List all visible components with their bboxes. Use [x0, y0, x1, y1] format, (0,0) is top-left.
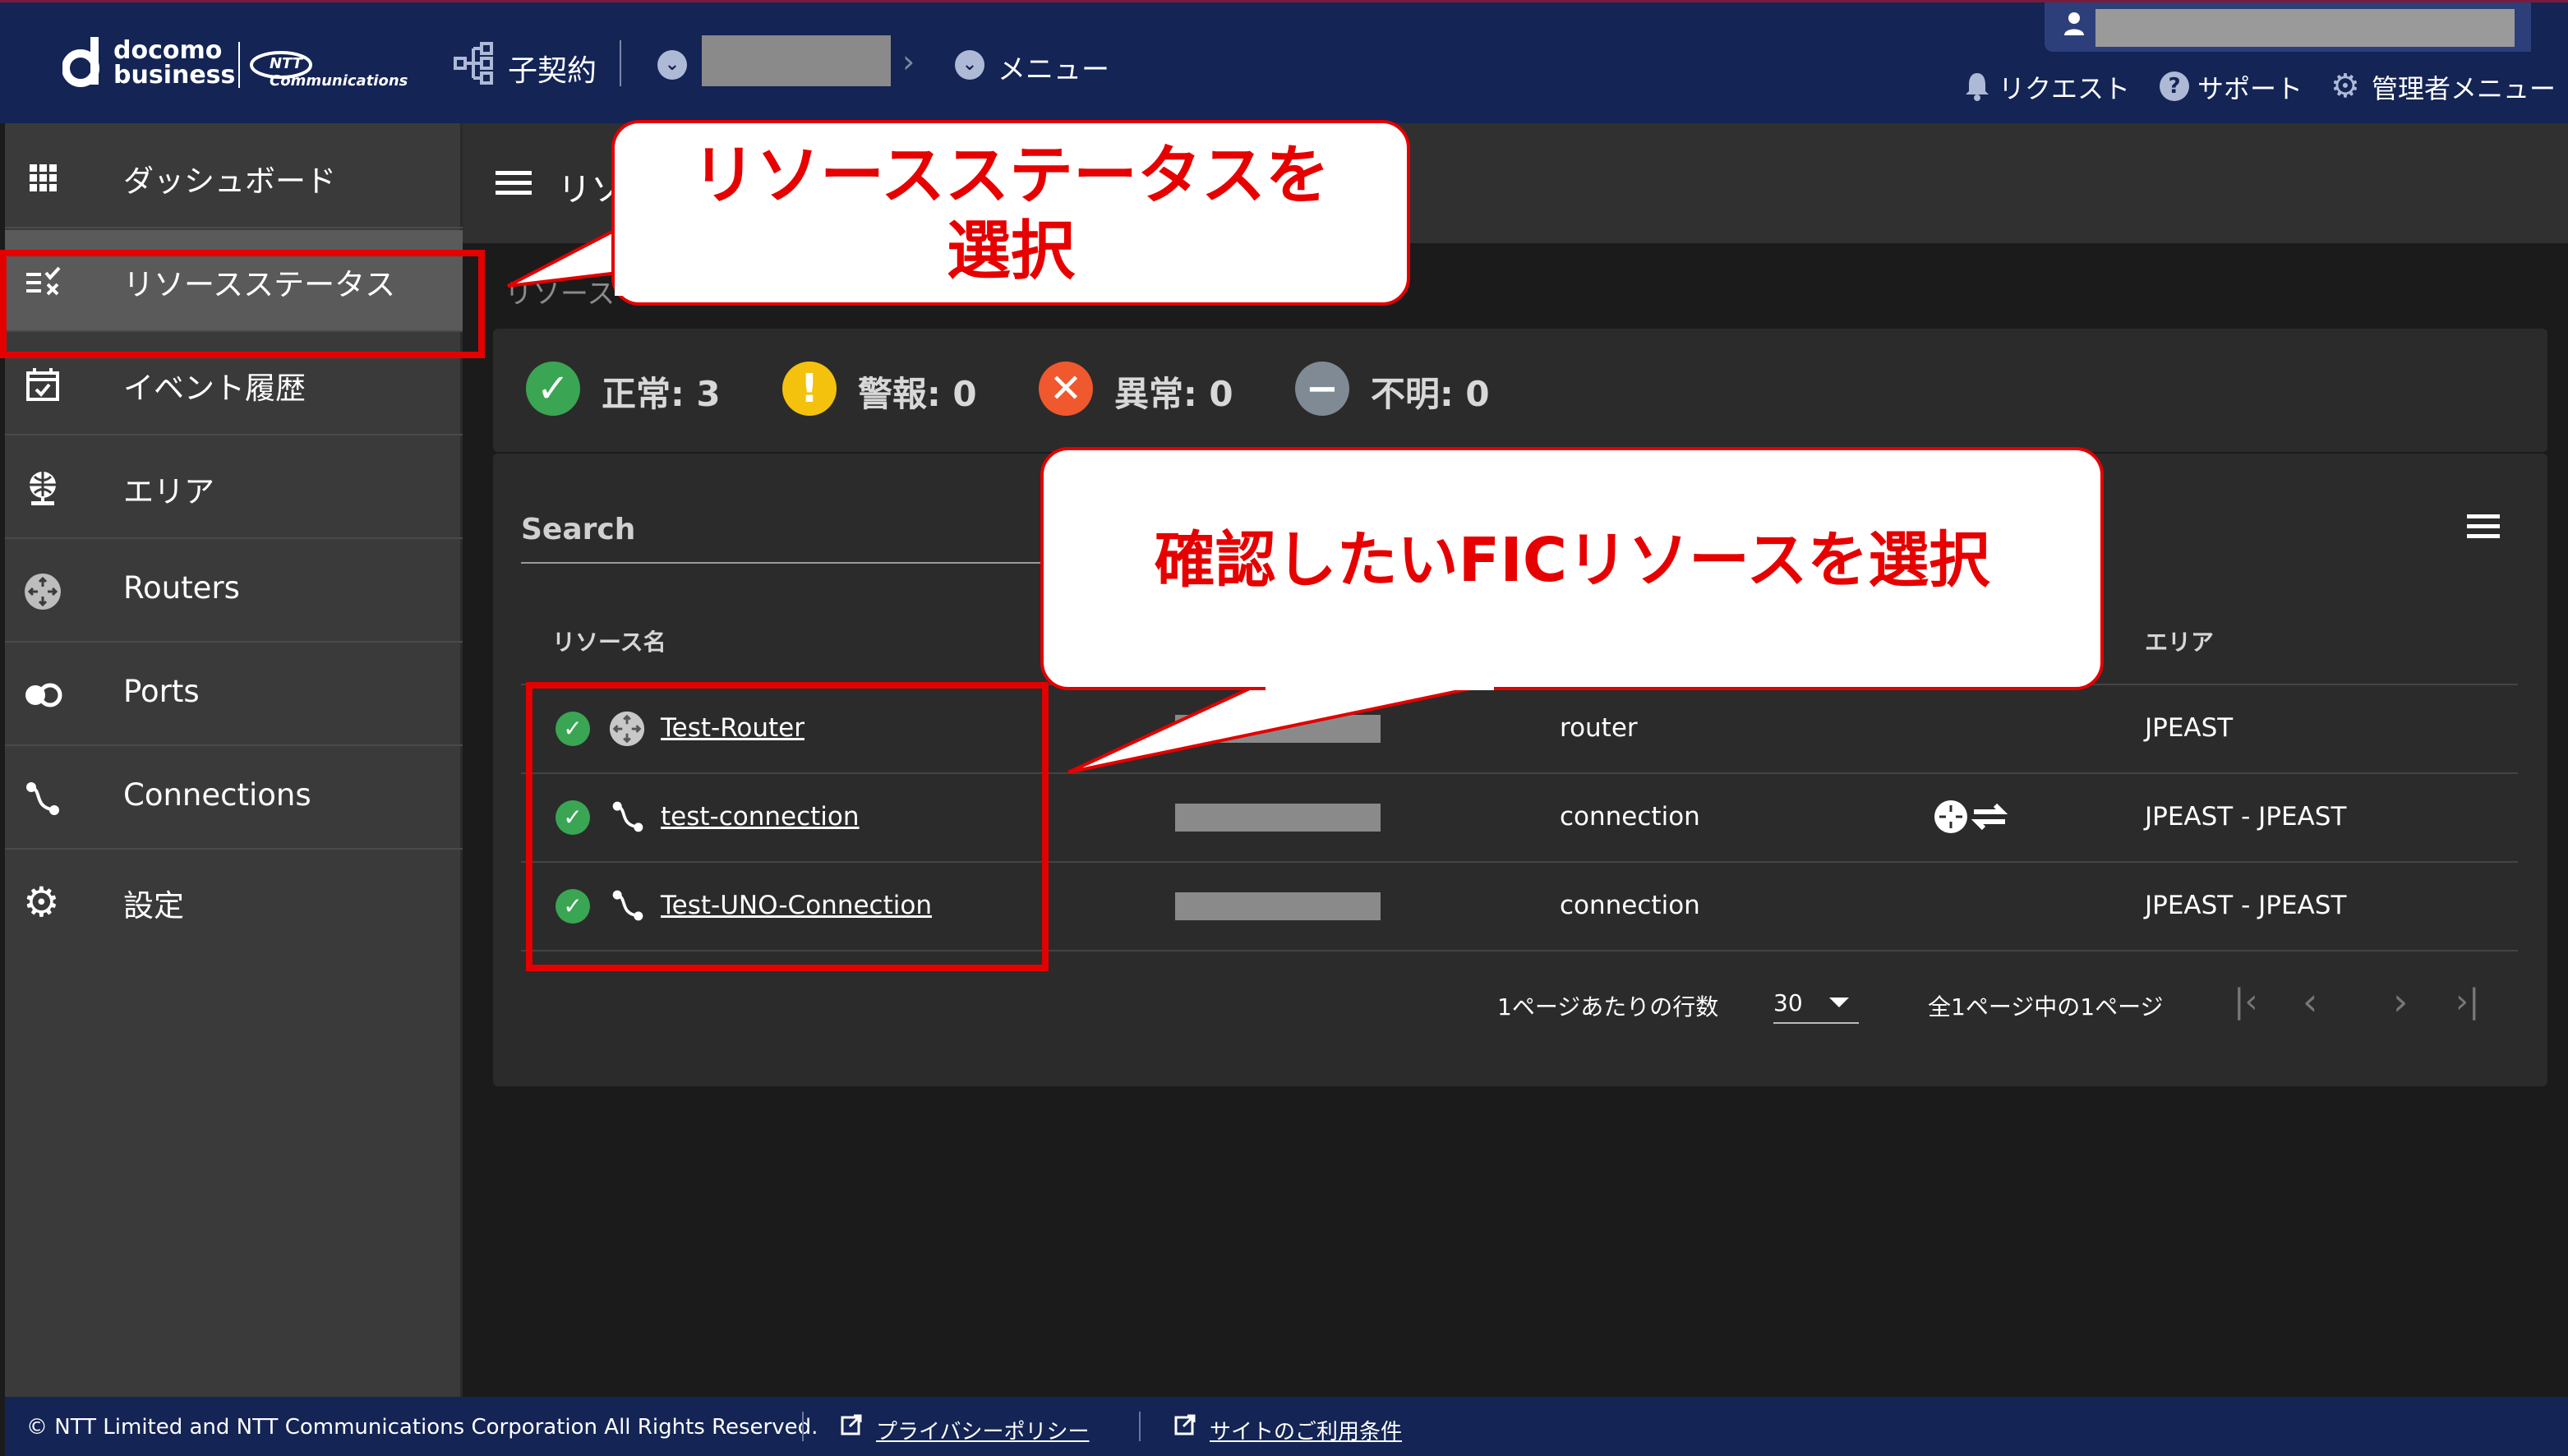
status-unknown-count: 不明: 0: [1371, 374, 1490, 414]
sidebar-item-dashboard[interactable]: ダッシュボード: [5, 127, 463, 228]
resource-type: connection: [1560, 802, 1700, 832]
hamburger-menu-icon[interactable]: [496, 168, 532, 197]
unknown-circle-icon: −: [1295, 362, 1349, 416]
chevron-down-circle-icon[interactable]: ⌄: [955, 50, 984, 80]
status-error-count: 異常: 0: [1114, 374, 1233, 414]
highlight-box-resources: [526, 682, 1049, 971]
last-page-icon[interactable]: ›|: [2455, 983, 2479, 1021]
globe-pin-icon: [23, 468, 62, 508]
external-link-icon: [840, 1413, 863, 1436]
highlight-box-sidebar: [0, 250, 485, 358]
sidebar-item-ports[interactable]: Ports: [5, 644, 463, 746]
privacy-policy-link[interactable]: プライバシーポリシー: [876, 1415, 1089, 1445]
resource-id-redacted: [1175, 804, 1381, 832]
resource-area: JPEAST: [2145, 713, 2234, 743]
caret-down-icon: [1829, 998, 1849, 1007]
docomo-business-logo[interactable]: docomo business: [62, 35, 235, 93]
menu-selector[interactable]: メニュー: [998, 47, 1109, 87]
copyright-text: © NTT Limited and NTT Communications Cor…: [26, 1415, 818, 1440]
sub-contract-label: 子契約: [508, 54, 597, 88]
column-header-area[interactable]: エリア: [2145, 624, 2214, 657]
callout-text-line1: リソースステータスを: [691, 139, 1330, 213]
connection-icon: [23, 779, 62, 818]
callout-text: 確認したいFICリソースを選択: [1154, 525, 1990, 596]
port-icon: [23, 675, 62, 715]
calendar-check-icon: [23, 365, 62, 404]
sidebar-item-connections[interactable]: Connections: [5, 748, 463, 850]
first-page-icon[interactable]: |‹: [2234, 983, 2257, 1021]
external-link-icon: [1173, 1413, 1196, 1436]
grid-icon: [23, 158, 62, 197]
ntt-communications-logo: NTT Communications: [248, 48, 424, 90]
check-circle-icon: ✓: [526, 362, 580, 416]
contract-selector-redacted[interactable]: [702, 35, 891, 86]
search-input[interactable]: Search: [521, 513, 635, 546]
sidebar-item-label: Routers: [123, 570, 240, 606]
table-menu-icon[interactable]: [2465, 511, 2501, 541]
rows-per-page-value: 30: [1773, 989, 1803, 1016]
logo-text-business: business: [113, 61, 236, 90]
user-account[interactable]: [2045, 2, 2531, 52]
ntt-logo-text: NTT Communications: [270, 55, 408, 90]
router-icon: [23, 572, 62, 611]
status-normal-count: 正常: 3: [602, 374, 721, 414]
footer: © NTT Limited and NTT Communications Cor…: [5, 1397, 2568, 1456]
status-summary-card: ✓ 正常: 3 ! 警報: 0 ✕ 異常: 0 − 不明: 0: [493, 329, 2547, 452]
header-divider: [620, 40, 621, 86]
user-icon: [2063, 11, 2086, 35]
org-tree-icon: [454, 42, 496, 85]
search-field[interactable]: Search: [521, 508, 1047, 564]
docomo-d-icon: [62, 37, 105, 88]
help-icon: ?: [2160, 71, 2189, 101]
error-circle-icon: ✕: [1039, 362, 1093, 416]
support-label: サポート: [2197, 73, 2303, 104]
status-warning-count: 警報: 0: [858, 374, 977, 414]
bell-icon: [1964, 71, 1990, 101]
next-page-icon[interactable]: ›: [2393, 979, 2408, 1024]
chevron-down-circle-icon[interactable]: ⌄: [657, 50, 687, 80]
callout-select-resource-status: リソースステータスを 選択: [611, 120, 1410, 306]
resource-type: router: [1560, 713, 1638, 743]
app-header: docomo business NTT Communications 子契約 ⌄…: [0, 0, 2568, 123]
callout-text-line2: 選択: [946, 214, 1075, 288]
sidebar-item-label: Connections: [123, 777, 311, 813]
rows-per-page-select[interactable]: 30: [1773, 979, 1859, 1024]
resource-area: JPEAST - JPEAST: [2145, 802, 2347, 832]
callout-seam-cover: [615, 271, 639, 296]
request-label: リクエスト: [1999, 73, 2131, 104]
sidebar-item-routers[interactable]: Routers: [5, 541, 463, 643]
page-info: 全1ページ中の1ページ: [1928, 993, 2164, 1021]
resource-id-redacted: [1175, 892, 1381, 920]
gear-icon: ⚙: [23, 878, 60, 926]
callout-seam-cover: [1266, 682, 1494, 690]
previous-page-icon[interactable]: ‹: [2303, 979, 2317, 1024]
sidebar-item-label: 設定: [123, 888, 184, 924]
callout-select-fic-resource: 確認したいFICリソースを選択: [1040, 447, 2104, 690]
sidebar-item-label: Ports: [123, 674, 200, 709]
logo-text-docomo: docomo: [113, 36, 223, 65]
sidebar-item-label: エリア: [123, 474, 214, 509]
gear-icon: ⚙: [2331, 67, 2360, 105]
rows-per-page-label: 1ページあたりの行数: [1497, 993, 1719, 1021]
footer-divider: [802, 1412, 804, 1441]
column-header-resource-name[interactable]: リソース名: [552, 624, 666, 657]
sidebar-item-settings[interactable]: ⚙ 設定: [5, 851, 463, 953]
logo-divider: [238, 42, 240, 88]
admin-menu-label: 管理者メニュー: [2372, 73, 2556, 104]
router-swap-icon: [1931, 795, 2013, 838]
warning-circle-icon: !: [782, 362, 837, 416]
resource-type: connection: [1560, 891, 1700, 920]
terms-of-use-link[interactable]: サイトのご利用条件: [1210, 1415, 1402, 1445]
sidebar-item-label: ダッシュボード: [123, 164, 336, 199]
chevron-right-icon: ›: [902, 44, 915, 80]
sidebar-item-area[interactable]: エリア: [5, 437, 463, 539]
user-name-redacted: [2095, 9, 2515, 47]
sidebar-item-label: イベント履歴: [123, 371, 306, 406]
resource-area: JPEAST - JPEAST: [2145, 891, 2347, 920]
footer-divider: [1139, 1412, 1141, 1441]
